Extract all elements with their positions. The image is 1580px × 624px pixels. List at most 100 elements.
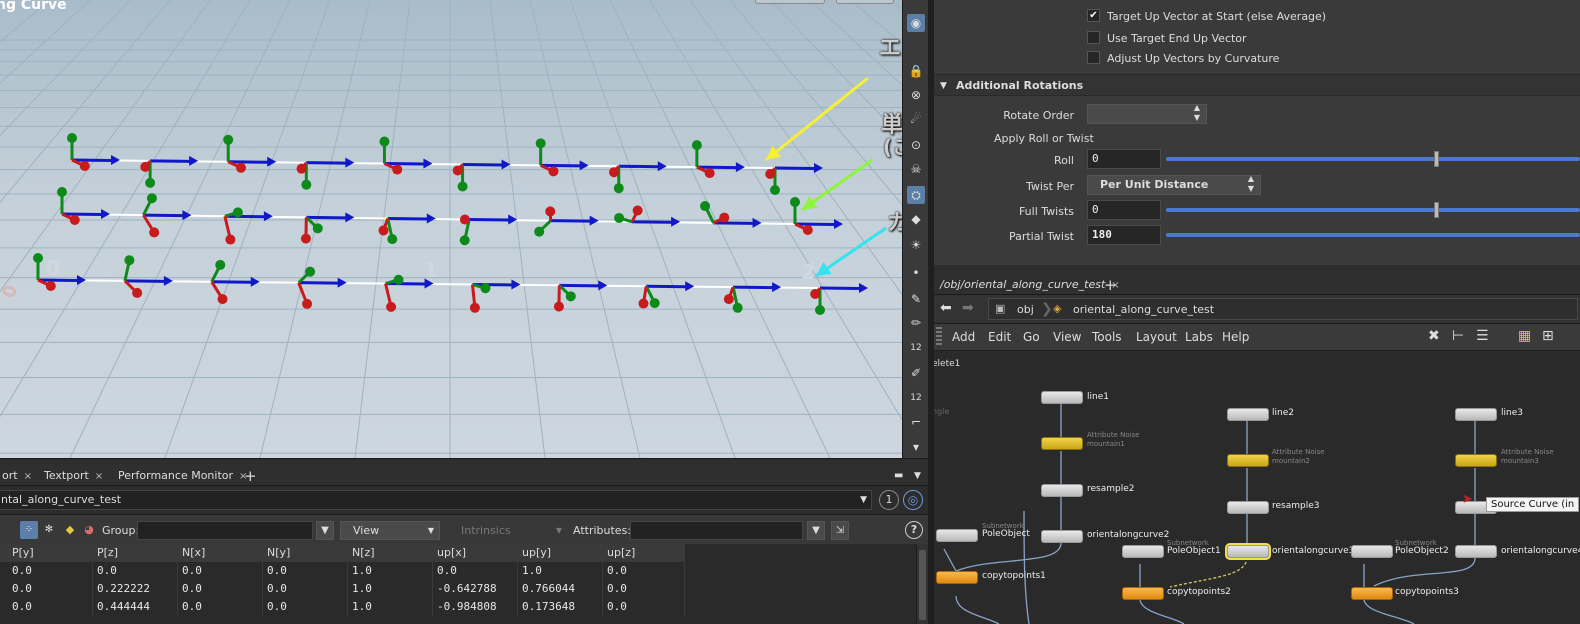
menu-help[interactable]: Help: [1222, 330, 1249, 344]
grid-icon[interactable]: ⊞: [1542, 328, 1554, 344]
node-resample2[interactable]: [1041, 484, 1083, 497]
dot-icon[interactable]: •: [907, 264, 925, 282]
node-count-badge[interactable]: 1: [879, 490, 899, 510]
viewport-top-button[interactable]: [755, 0, 825, 4]
filter-icon[interactable]: ▼: [807, 521, 825, 540]
breadcrumb-node[interactable]: oriental_along_curve_test: [1073, 303, 1214, 316]
pane-separator[interactable]: [934, 265, 1580, 273]
camera-icon[interactable]: ⛭: [907, 186, 925, 204]
column-header[interactable]: P[z]: [93, 544, 178, 562]
use-target-end-checkbox[interactable]: [1087, 31, 1100, 44]
node-mountain3[interactable]: [1455, 454, 1497, 467]
column-header[interactable]: up[z]: [603, 544, 685, 562]
menu-view[interactable]: View: [1053, 330, 1081, 344]
arrow-down-icon[interactable]: ▾: [907, 438, 925, 456]
node-resample3[interactable]: [1227, 501, 1269, 514]
chevron-down-icon[interactable]: ▼: [908, 466, 927, 486]
section-additional-rotations[interactable]: ▼ Additional Rotations: [934, 74, 1580, 96]
roll-slider[interactable]: [1166, 157, 1580, 161]
menu-layout[interactable]: Layout: [1136, 330, 1177, 344]
full-twists-slider[interactable]: [1166, 208, 1580, 212]
close-icon[interactable]: ×: [95, 471, 103, 482]
filter-icon[interactable]: ▼: [316, 521, 334, 540]
wrench-icon[interactable]: ✖: [1428, 328, 1440, 344]
partial-twist-slider[interactable]: [1166, 233, 1580, 237]
primitives-icon[interactable]: ◆: [62, 521, 78, 539]
menu-go[interactable]: Go: [1023, 330, 1040, 344]
adjust-up-checkbox[interactable]: [1087, 51, 1100, 64]
chevron-down-icon[interactable]: ▼: [860, 491, 867, 509]
attributes-field[interactable]: [630, 521, 803, 540]
palette-icon[interactable]: ▦: [1518, 328, 1531, 344]
menu-add[interactable]: Add: [952, 330, 975, 344]
breadcrumb-obj[interactable]: obj: [1017, 303, 1034, 316]
column-header[interactable]: up[x]: [433, 544, 518, 562]
detail-icon[interactable]: ◕: [81, 521, 97, 539]
close-icon[interactable]: ×: [24, 471, 32, 482]
brush-icon[interactable]: ✐: [907, 364, 925, 382]
column-header[interactable]: N[z]: [348, 544, 433, 562]
menu-labs[interactable]: Labs: [1185, 330, 1213, 344]
number-icon-2[interactable]: 12: [907, 389, 925, 407]
pen-icon[interactable]: ✎: [907, 290, 925, 308]
roll-slider-handle[interactable]: [1434, 151, 1439, 167]
spreadsheet-scrollbar[interactable]: [916, 544, 928, 624]
column-header[interactable]: N[y]: [263, 544, 348, 562]
pencil-icon[interactable]: ✏: [907, 314, 925, 332]
menu-edit[interactable]: Edit: [988, 330, 1011, 344]
node-path-field[interactable]: ntal_along_curve_test ▼: [0, 490, 872, 510]
intrinsics-dropdown[interactable]: Intrinsics ▼: [448, 521, 568, 540]
node-orientalongcurve4[interactable]: [1455, 545, 1497, 558]
node-orientalongcurve2[interactable]: [1041, 530, 1083, 543]
column-header[interactable]: N[x]: [178, 544, 263, 562]
back-arrow-icon[interactable]: ⬅: [940, 300, 952, 316]
corner-icon[interactable]: ⌐: [907, 413, 925, 431]
display-icon[interactable]: ⊙: [907, 136, 925, 154]
roll-field[interactable]: 0: [1087, 149, 1161, 169]
tab-textport[interactable]: Textport ×: [38, 466, 109, 486]
group-field[interactable]: [137, 521, 313, 540]
points-icon[interactable]: ⁘: [20, 521, 38, 539]
node-copytopoints1[interactable]: [936, 571, 978, 584]
list-icon[interactable]: ☰: [1476, 328, 1489, 344]
node-mountain1[interactable]: [1041, 437, 1083, 450]
tree-icon[interactable]: ⊢: [1452, 328, 1464, 344]
node-line2[interactable]: [1227, 408, 1269, 421]
node-poleobject2[interactable]: [1351, 545, 1393, 558]
number-icon[interactable]: 12: [907, 339, 925, 357]
add-tab-button[interactable]: +: [1098, 275, 1123, 295]
lock-icon[interactable]: 🔒: [907, 62, 925, 80]
viewport-top-button-2[interactable]: [836, 0, 894, 4]
light-icon[interactable]: ☀: [907, 236, 925, 254]
column-header[interactable]: P[y]: [8, 544, 93, 562]
full-twists-slider-handle[interactable]: [1434, 202, 1439, 218]
forward-arrow-icon[interactable]: ➡: [962, 300, 974, 316]
scrollbar-thumb[interactable]: [919, 550, 926, 620]
node-copytopoints3[interactable]: [1351, 587, 1393, 600]
full-twists-field[interactable]: 0: [1087, 200, 1161, 220]
network-view[interactable]: elete1 ngle line1 Attribute Noise mounta…: [934, 351, 1580, 624]
partial-twist-field[interactable]: 180: [1087, 225, 1161, 245]
tab-network[interactable]: /obj/oriental_along_curve_test ×: [934, 275, 1126, 295]
target-up-checkbox[interactable]: ✔: [1087, 9, 1100, 22]
tab-performance-monitor[interactable]: Performance Monitor ×: [112, 466, 253, 486]
rotate-order-dropdown[interactable]: ▲ ▼: [1087, 103, 1207, 124]
menu-tools[interactable]: Tools: [1092, 330, 1122, 344]
ghost-icon[interactable]: ☄: [907, 110, 925, 128]
node-mountain2[interactable]: [1227, 454, 1269, 467]
node-poleobject1[interactable]: [1122, 545, 1164, 558]
shape-icon[interactable]: ◆: [907, 210, 925, 228]
column-header[interactable]: up[y]: [518, 544, 603, 562]
cursor-icon[interactable]: ⊗: [907, 86, 925, 104]
node-line1[interactable]: [1041, 391, 1083, 404]
node-poleobject[interactable]: [936, 529, 978, 542]
node-orientalongcurve3[interactable]: [1225, 543, 1271, 560]
vertices-icon[interactable]: ✻: [41, 521, 57, 539]
window-icon[interactable]: ▬: [888, 466, 909, 486]
help-icon[interactable]: ?: [905, 521, 923, 539]
view-dropdown[interactable]: View ▼: [340, 521, 440, 540]
columns-icon[interactable]: ⇲: [831, 521, 849, 540]
add-tab-button[interactable]: +: [238, 466, 263, 486]
skull-icon[interactable]: ☠: [907, 160, 925, 178]
node-copytopoints2[interactable]: [1122, 587, 1164, 600]
